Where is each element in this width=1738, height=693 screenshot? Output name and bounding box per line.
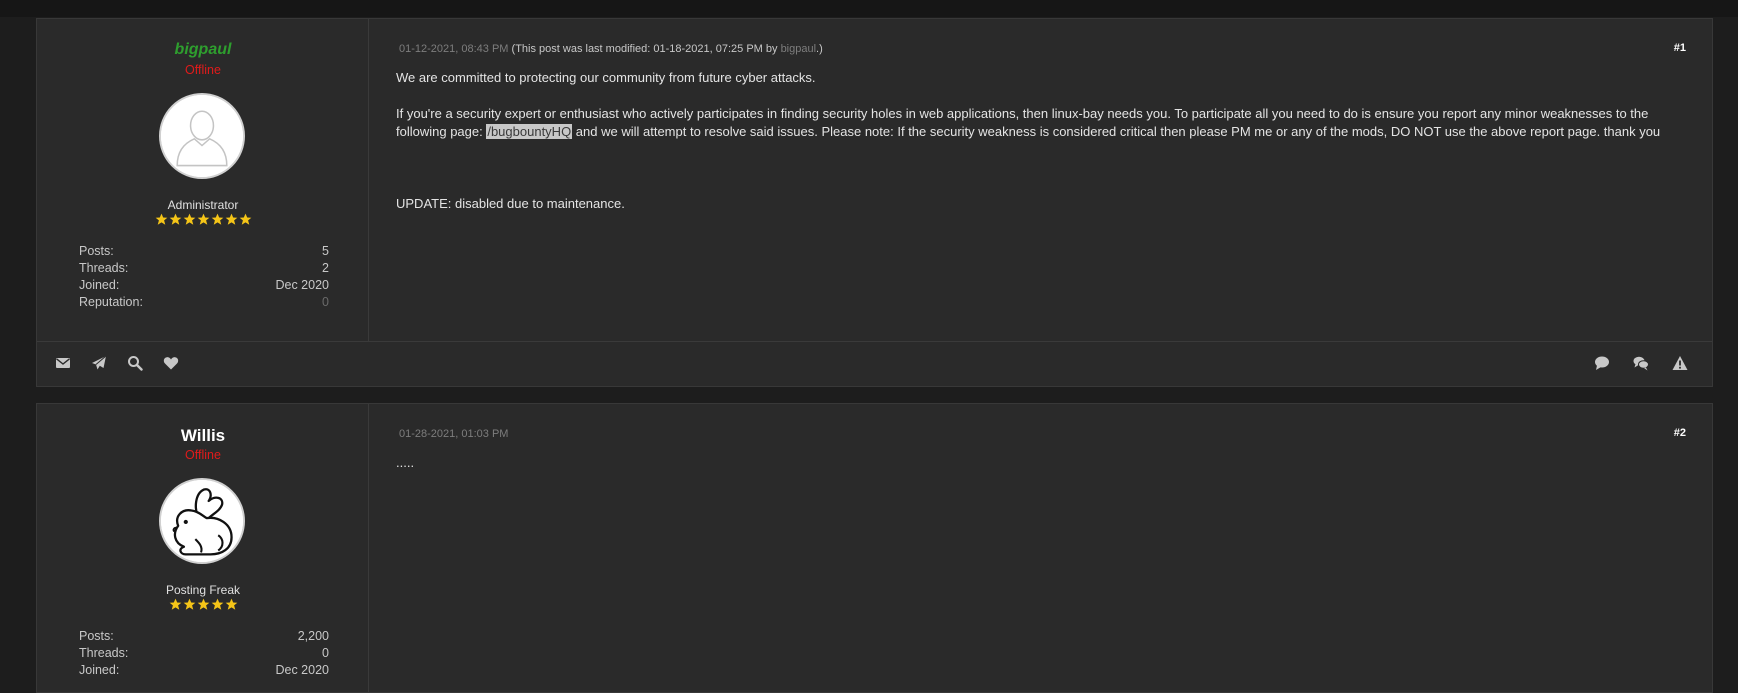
post-paragraph: We are committed to protecting our commu… (396, 70, 816, 85)
star-icon (239, 213, 251, 225)
star-icon (169, 598, 181, 610)
stat-value: 2 (322, 261, 329, 275)
author-role: Administrator (167, 198, 239, 212)
stat-label: Reputation: (79, 295, 143, 309)
post-date: 01-28-2021, 01:03 PM (399, 428, 509, 440)
post-text: and we will attempt to resolve said issu… (572, 124, 1661, 139)
star-icon (169, 213, 181, 225)
star-icon (225, 598, 237, 610)
author-role: Posting Freak (165, 583, 241, 597)
reputation-link[interactable]: 0 (322, 294, 329, 311)
stat-value: Dec 2020 (275, 663, 329, 677)
stat-label: Joined: (79, 278, 120, 292)
star-icon (211, 213, 223, 225)
stat-threads: Threads: 2 (79, 260, 329, 277)
rabbit-avatar-icon (161, 480, 243, 562)
envelope-icon[interactable] (55, 355, 71, 371)
paper-plane-icon[interactable] (91, 355, 107, 371)
stat-value: 5 (322, 244, 329, 258)
author-stats: Posts: 5 Threads: 2 Joined: Dec 2020 Reputa… (79, 243, 329, 311)
search-icon[interactable] (127, 355, 143, 371)
stat-value: 0 (322, 646, 329, 660)
stat-label: Posts: (79, 244, 114, 258)
post-number-link[interactable]: #1 (1674, 42, 1686, 54)
stat-joined: Joined: Dec 2020 (79, 662, 329, 679)
warning-icon[interactable] (1672, 355, 1688, 371)
star-icon (197, 213, 209, 225)
author-avatar[interactable] (159, 93, 245, 179)
post-paragraph: ..... (396, 455, 415, 470)
modified-text: (This post was last modified: 01-18-2021… (511, 43, 778, 55)
post-author-panel: Willis Offline Posting Freak Posts: 2,200… (37, 404, 369, 692)
star-icon (183, 213, 195, 225)
stat-label: Joined: (79, 663, 120, 677)
star-icon (197, 598, 209, 610)
author-username[interactable]: Willis (37, 426, 369, 446)
post-modified-note: (This post was last modified: 01-18-2021… (512, 43, 823, 55)
stat-joined: Joined: Dec 2020 (79, 277, 329, 294)
post-body: ..... (396, 454, 1688, 472)
star-icon (225, 213, 237, 225)
heart-icon[interactable] (163, 355, 179, 371)
post-date: 01-12-2021, 08:43 PM (399, 43, 509, 55)
modified-by-link[interactable]: bigpaul (781, 43, 816, 55)
post-footer (37, 341, 1712, 386)
star-icon (155, 213, 167, 225)
post-meta: 01-12-2021, 08:43 PM (This post was last… (399, 43, 823, 55)
bugbounty-link[interactable]: /bugbountyHQ (486, 124, 573, 139)
post-paragraph: UPDATE: disabled due to maintenance. (396, 196, 625, 211)
author-stars (37, 598, 369, 611)
post-1: bigpaul Offline Administrator Posts: 5 Th… (36, 18, 1713, 387)
post-2: Willis Offline Posting Freak Posts: 2,200… (36, 403, 1713, 693)
default-user-avatar-icon (161, 95, 243, 177)
author-status: Offline (185, 448, 221, 462)
author-username[interactable]: bigpaul (37, 41, 369, 59)
stat-value: Dec 2020 (275, 278, 329, 292)
author-stars (37, 213, 369, 226)
stat-reputation: Reputation: 0 (79, 294, 329, 311)
post-author-panel: bigpaul Offline Administrator Posts: 5 Th… (37, 19, 369, 341)
comment-icon[interactable] (1594, 355, 1610, 371)
post-paragraph: If you're a security expert or enthusias… (396, 105, 1688, 141)
stat-value: 2,200 (297, 629, 329, 643)
post-meta: 01-28-2021, 01:03 PM (399, 428, 508, 440)
star-icon (183, 598, 195, 610)
modified-suffix: .) (816, 43, 823, 55)
post-number-link[interactable]: #2 (1674, 427, 1686, 439)
comments-icon[interactable] (1633, 355, 1649, 371)
stat-label: Threads: (79, 646, 129, 660)
stat-threads: Threads: 0 (79, 645, 329, 662)
stat-posts: Posts: 2,200 (79, 628, 329, 645)
stat-label: Posts: (79, 629, 114, 643)
author-status: Offline (185, 63, 221, 77)
post-body: We are committed to protecting our commu… (396, 69, 1688, 213)
stat-label: Threads: (79, 261, 129, 275)
author-stats: Posts: 2,200 Threads: 0 Joined: Dec 2020 (79, 628, 329, 679)
top-bar (0, 0, 1738, 17)
author-avatar[interactable] (159, 478, 245, 564)
stat-posts: Posts: 5 (79, 243, 329, 260)
star-icon (211, 598, 223, 610)
